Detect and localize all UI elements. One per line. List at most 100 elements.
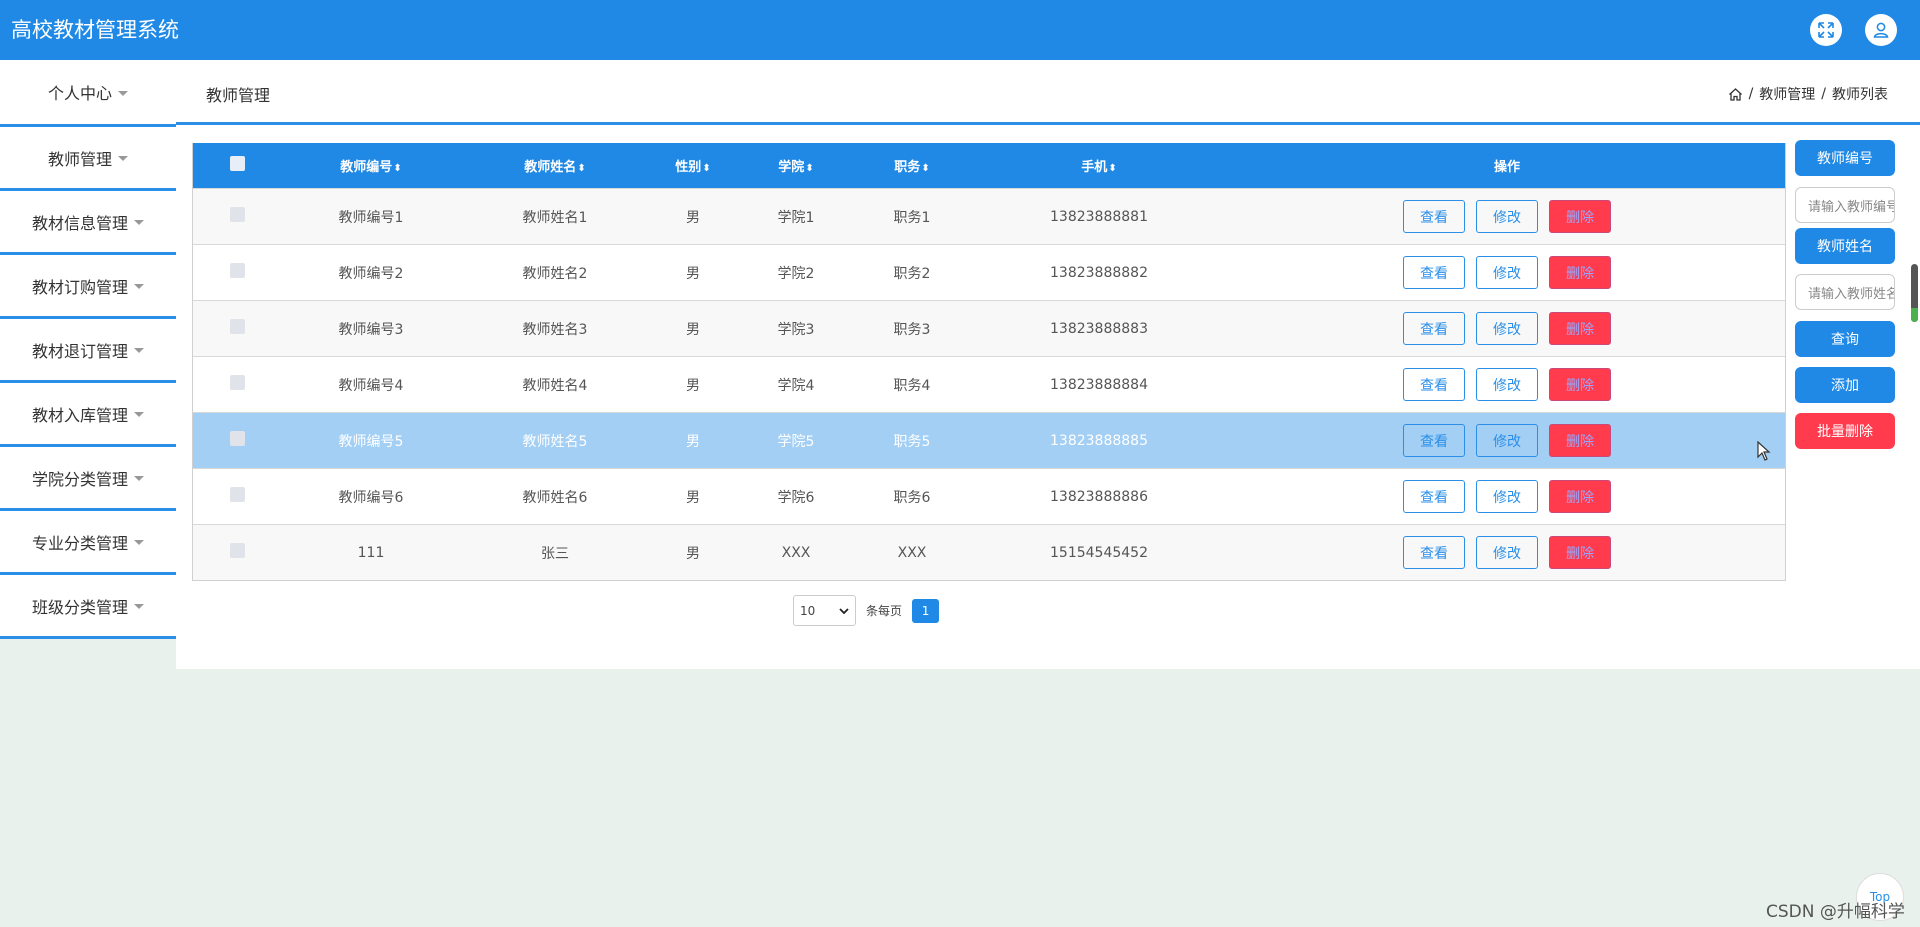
cell-sex: 男	[686, 265, 700, 282]
cell-college: 学院5	[777, 433, 815, 450]
column-header-sex[interactable]: 性别⬍	[649, 156, 737, 175]
column-header-teacher-no[interactable]: 教师编号⬍	[281, 156, 461, 175]
add-button[interactable]: 添加	[1795, 367, 1895, 403]
teacher-no-label-button[interactable]: 教师编号	[1795, 140, 1895, 176]
sort-icon: ⬍	[921, 163, 930, 174]
breadcrumb-item-current: 教师列表	[1832, 87, 1888, 103]
teacher-name-input[interactable]: 请输入教师姓名	[1795, 274, 1895, 310]
row-checkbox[interactable]	[229, 207, 245, 222]
chevron-down-icon	[839, 607, 849, 614]
cell-phone: 13823888884	[1050, 376, 1148, 393]
page-heading: 教师管理	[206, 86, 271, 105]
sidebar-item-major[interactable]: 专业分类管理	[0, 511, 176, 575]
cell-sex: 男	[686, 545, 700, 562]
cell-teacher-no: 教师编号5	[338, 433, 404, 450]
table-row[interactable]: 教师编号2 教师姓名2 男 学院2 职务2 13823888882 查看 修改 删除	[193, 244, 1785, 300]
breadcrumb-item[interactable]: 教师管理	[1759, 84, 1815, 104]
column-header-phone[interactable]: 手机⬍	[969, 156, 1229, 175]
breadcrumb-bar: 教师管理 / 教师管理 / 教师列表	[176, 60, 1920, 125]
sidebar-item-textbook-return[interactable]: 教材退订管理	[0, 319, 176, 383]
row-checkbox[interactable]	[229, 319, 245, 334]
search-button[interactable]: 查询	[1795, 321, 1895, 357]
delete-button[interactable]: 删除	[1549, 480, 1611, 513]
breadcrumb: / 教师管理 / 教师列表	[1728, 84, 1888, 104]
teacher-name-label-button[interactable]: 教师姓名	[1795, 228, 1895, 264]
edit-button[interactable]: 修改	[1476, 312, 1538, 345]
user-icon[interactable]	[1865, 14, 1897, 46]
cell-college: 学院2	[777, 265, 815, 282]
view-button[interactable]: 查看	[1403, 312, 1465, 345]
row-checkbox[interactable]	[229, 263, 245, 278]
table-row[interactable]: 教师编号5 教师姓名5 男 学院5 职务5 13823888885 查看 修改 删除	[193, 412, 1785, 468]
column-header-college[interactable]: 学院⬍	[737, 156, 855, 175]
delete-button[interactable]: 删除	[1549, 200, 1611, 233]
row-checkbox[interactable]	[229, 375, 245, 390]
select-all-checkbox[interactable]	[229, 156, 245, 171]
row-checkbox[interactable]	[229, 487, 245, 502]
sidebar-item-textbook-order[interactable]: 教材订购管理	[0, 255, 176, 319]
delete-button[interactable]: 删除	[1549, 536, 1611, 569]
view-button[interactable]: 查看	[1403, 368, 1465, 401]
table-row[interactable]: 教师编号3 教师姓名3 男 学院3 职务3 13823888883 查看 修改 删除	[193, 300, 1785, 356]
table-row[interactable]: 教师编号4 教师姓名4 男 学院4 职务4 13823888884 查看 修改 删除	[193, 356, 1785, 412]
column-header-teacher-name[interactable]: 教师姓名⬍	[461, 156, 649, 175]
fullscreen-icon[interactable]	[1810, 14, 1842, 46]
view-button[interactable]: 查看	[1403, 200, 1465, 233]
edit-button[interactable]: 修改	[1476, 480, 1538, 513]
view-button[interactable]: 查看	[1403, 536, 1465, 569]
table-row[interactable]: 教师编号6 教师姓名6 男 学院6 职务6 13823888886 查看 修改 删除	[193, 468, 1785, 524]
cell-sex: 男	[686, 321, 700, 338]
sidebar-item-college[interactable]: 学院分类管理	[0, 447, 176, 511]
edit-button[interactable]: 修改	[1476, 368, 1538, 401]
sidebar: 个人中心 教师管理 教材信息管理 教材订购管理 教材退订管理 教材入库管理 学院…	[0, 60, 176, 639]
table-row[interactable]: 教师编号1 教师姓名1 男 学院1 职务1 13823888881 查看 修改 删除	[193, 188, 1785, 244]
sidebar-item-label: 专业分类管理	[31, 533, 128, 553]
caret-down-icon	[134, 476, 144, 481]
view-button[interactable]: 查看	[1403, 256, 1465, 289]
teacher-table: 教师编号⬍ 教师姓名⬍ 性别⬍ 学院⬍ 职务⬍ 手机⬍ 操作 教师编号1 教师姓名…	[192, 143, 1786, 581]
sidebar-item-label: 教材退订管理	[31, 341, 128, 361]
cell-teacher-no: 教师编号4	[338, 377, 404, 394]
view-button[interactable]: 查看	[1403, 424, 1465, 457]
sidebar-item-textbook-info[interactable]: 教材信息管理	[0, 191, 176, 255]
sort-icon: ⬍	[702, 163, 711, 174]
column-header-position[interactable]: 职务⬍	[855, 156, 969, 175]
page-size-select[interactable]: 10	[793, 595, 856, 626]
teacher-no-input[interactable]: 请输入教师编号	[1795, 187, 1895, 223]
sidebar-item-teacher[interactable]: 教师管理	[0, 124, 176, 191]
sort-icon: ⬍	[805, 163, 814, 174]
cell-teacher-name: 教师姓名6	[522, 489, 588, 506]
table-row[interactable]: 111 张三 男 XXX XXX 15154545452 查看 修改 删除	[193, 524, 1785, 580]
cell-position: 职务5	[893, 433, 931, 450]
cell-position: 职务6	[893, 489, 931, 506]
edit-button[interactable]: 修改	[1476, 256, 1538, 289]
cell-position: XXX	[897, 544, 927, 561]
sidebar-item-class[interactable]: 班级分类管理	[0, 575, 176, 639]
edit-button[interactable]: 修改	[1476, 200, 1538, 233]
delete-button[interactable]: 删除	[1549, 368, 1611, 401]
batch-delete-button[interactable]: 批量删除	[1795, 413, 1895, 449]
app-title: 高校教材管理系统	[11, 18, 179, 42]
cell-sex: 男	[686, 209, 700, 226]
sidebar-item-textbook-stock[interactable]: 教材入库管理	[0, 383, 176, 447]
sidebar-item-label: 班级分类管理	[31, 597, 128, 617]
page-button-current[interactable]: 1	[912, 598, 940, 623]
delete-button[interactable]: 删除	[1549, 312, 1611, 345]
cell-position: 职务3	[893, 321, 931, 338]
row-checkbox[interactable]	[229, 431, 245, 446]
scrollbar[interactable]	[1911, 264, 1918, 322]
table-header: 教师编号⬍ 教师姓名⬍ 性别⬍ 学院⬍ 职务⬍ 手机⬍ 操作	[193, 143, 1785, 188]
delete-button[interactable]: 删除	[1549, 256, 1611, 289]
sidebar-item-personal-center[interactable]: 个人中心	[0, 60, 176, 124]
edit-button[interactable]: 修改	[1476, 536, 1538, 569]
row-checkbox[interactable]	[229, 543, 245, 558]
home-icon[interactable]	[1728, 87, 1743, 102]
delete-button[interactable]: 删除	[1549, 424, 1611, 457]
table-body: 教师编号1 教师姓名1 男学院1 职务1 13823888881 查看 修改 删除 教师编号2 教…	[193, 188, 1785, 580]
cell-position: 职务1	[893, 209, 931, 226]
view-button[interactable]: 查看	[1403, 480, 1465, 513]
cell-teacher-name: 教师姓名4	[522, 377, 588, 394]
edit-button[interactable]: 修改	[1476, 424, 1538, 457]
caret-down-icon	[134, 540, 144, 545]
cell-teacher-name: 张三	[541, 545, 569, 562]
